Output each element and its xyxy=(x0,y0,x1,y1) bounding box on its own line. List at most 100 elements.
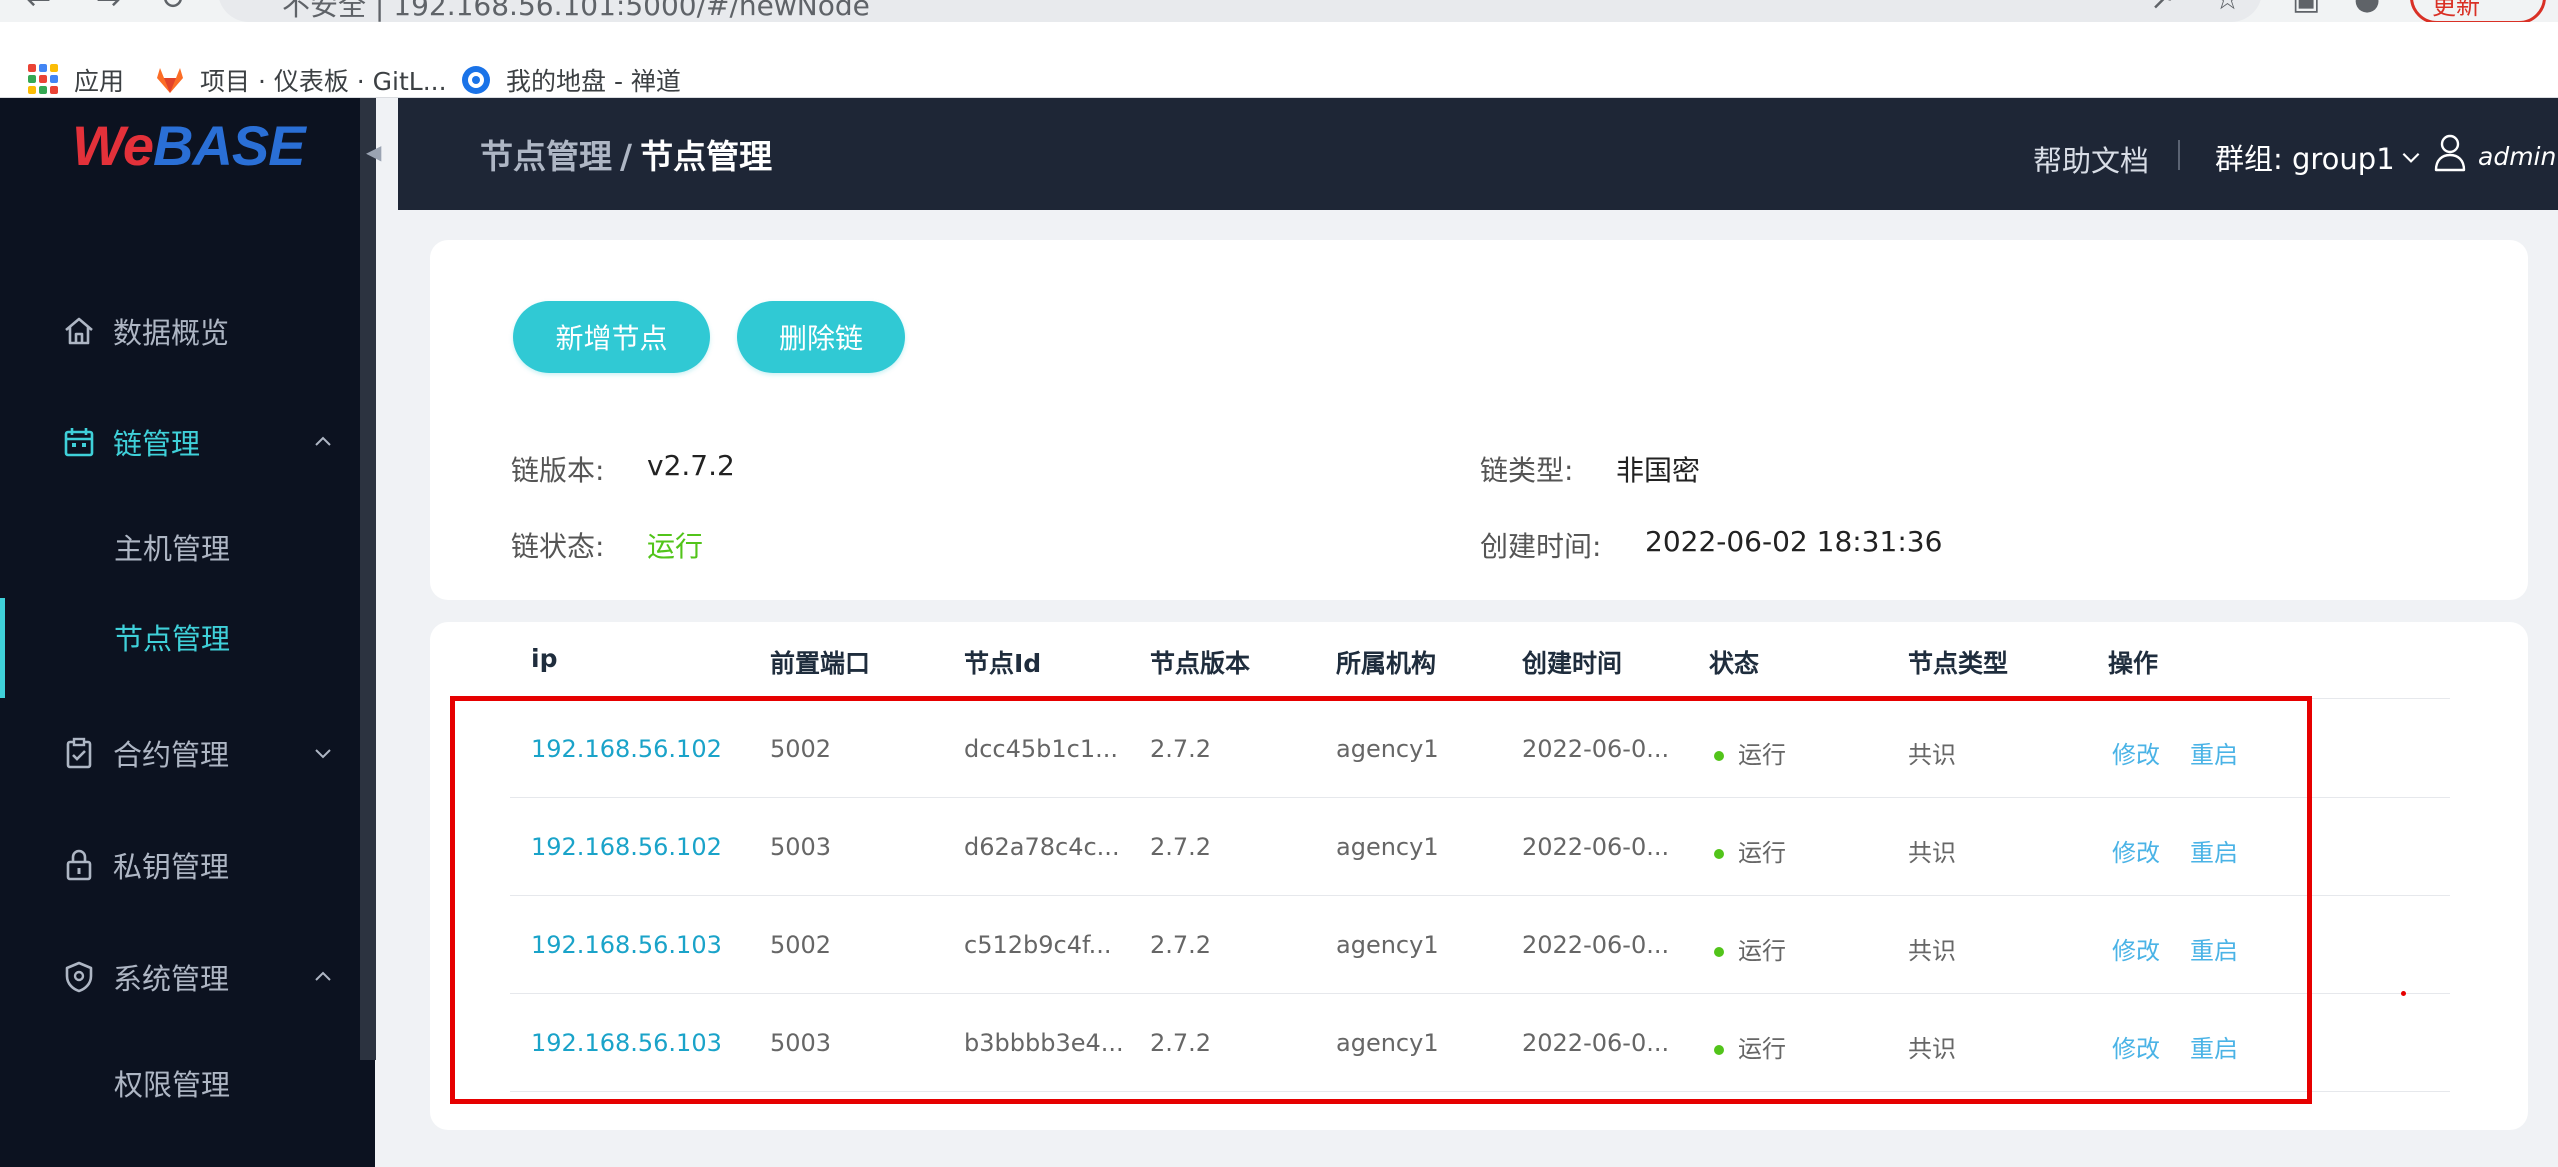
share-icon[interactable]: ↗ xyxy=(2150,0,2175,17)
cell-type: 共识 xyxy=(1908,741,1956,769)
chain-created-label: 创建时间: xyxy=(1480,530,1602,563)
chevron-down-icon xyxy=(315,749,331,759)
column-header-ip: ip xyxy=(531,644,558,673)
row-divider-line xyxy=(510,895,2450,896)
edit-button[interactable]: 修改 xyxy=(2112,735,2160,770)
status-dot xyxy=(1714,1045,1724,1055)
bookmarks-bar: 应用 项目 · 仪表板 · GitL... 我的地盘 - 禅道 xyxy=(0,22,2558,98)
cell-ip[interactable]: 192.168.56.103 xyxy=(531,1029,722,1057)
cell-agency: agency1 xyxy=(1336,931,1439,959)
delete-chain-button[interactable]: 删除链 xyxy=(737,301,905,373)
column-header-status: 状态 xyxy=(1709,649,1760,678)
reload-icon[interactable]: ↻ xyxy=(160,0,185,17)
sidebar-item-private-key[interactable]: 私钥管理 xyxy=(0,826,375,904)
cell-port: 5003 xyxy=(770,833,832,861)
forward-icon[interactable]: → xyxy=(96,0,121,17)
cell-agency: agency1 xyxy=(1336,1029,1439,1057)
column-header-node-id: 节点Id xyxy=(964,649,1042,678)
chain-type-label: 链类型: xyxy=(1480,454,1574,487)
edit-button[interactable]: 修改 xyxy=(2112,931,2160,966)
extensions-icon[interactable]: ▣ xyxy=(2292,0,2320,17)
profile-icon[interactable]: ● xyxy=(2354,0,2380,17)
sidebar-item-chain[interactable]: 链管理 xyxy=(0,403,375,481)
gitlab-icon xyxy=(157,68,183,93)
user-name[interactable]: admin xyxy=(2478,142,2556,171)
breadcrumb-separator: / xyxy=(620,137,633,176)
cell-port: 5002 xyxy=(770,931,832,959)
edit-button[interactable]: 修改 xyxy=(2112,833,2160,868)
sidebar-item-host[interactable]: 主机管理 xyxy=(0,508,375,586)
sidebar-item-contract[interactable]: 合约管理 xyxy=(0,714,375,792)
cell-port: 5003 xyxy=(770,1029,832,1057)
status-text: 运行 xyxy=(1738,1035,1786,1063)
bookmark-zentao[interactable]: 我的地盘 - 禅道 xyxy=(460,62,681,98)
breadcrumb-parent[interactable]: 节点管理 xyxy=(480,137,612,176)
address-text[interactable]: 不安全 | 192.168.56.101:5000/#/newNode xyxy=(282,0,870,22)
cell-agency: agency1 xyxy=(1336,833,1439,861)
shield-icon xyxy=(65,961,93,993)
bookmark-gitlab[interactable]: 项目 · 仪表板 · GitL... xyxy=(154,62,447,98)
sidebar-item-system[interactable]: 系统管理 xyxy=(0,938,375,1016)
calendar-icon xyxy=(64,428,94,457)
chevron-left-icon[interactable]: ◀ xyxy=(366,140,381,164)
webase-logo[interactable]: WeBASE xyxy=(72,118,306,174)
annotation-dot xyxy=(2401,991,2406,996)
chain-status-label: 链状态: xyxy=(511,530,605,563)
apps-grid-icon xyxy=(28,64,60,96)
sidebar-item-label: 系统管理 xyxy=(113,962,230,996)
cell-type: 共识 xyxy=(1908,839,1956,867)
chain-version-label: 链版本: xyxy=(511,454,605,487)
add-node-button[interactable]: 新增节点 xyxy=(513,301,710,373)
cell-version: 2.7.2 xyxy=(1150,833,1212,861)
update-label: 更新 xyxy=(2432,0,2480,20)
sidebar-item-permission[interactable]: 权限管理 xyxy=(0,1044,375,1122)
breadcrumb: 节点管理 / 节点管理 xyxy=(480,130,772,178)
sidebar-item-label: 节点管理 xyxy=(114,622,231,656)
status-text: 运行 xyxy=(1738,937,1786,965)
cell-status: 运行 xyxy=(1714,735,1786,770)
status-text: 运行 xyxy=(1738,839,1786,867)
group-select-label: 群组: group1 xyxy=(2215,142,2395,176)
chain-version-value: v2.7.2 xyxy=(647,449,735,482)
column-header-created: 创建时间 xyxy=(1522,649,1623,678)
zentao-icon xyxy=(462,66,490,94)
cell-created: 2022-06-0... xyxy=(1522,833,1670,861)
cell-type: 共识 xyxy=(1908,1035,1956,1063)
group-select[interactable]: 群组: group1 xyxy=(2215,136,2423,178)
home-icon xyxy=(65,317,93,345)
sidebar-item-label: 权限管理 xyxy=(114,1068,231,1102)
star-icon[interactable]: ☆ xyxy=(2214,0,2241,17)
edit-button[interactable]: 修改 xyxy=(2112,1029,2160,1064)
restart-button[interactable]: 重启 xyxy=(2190,931,2238,966)
chevron-up-icon xyxy=(315,971,331,981)
sidebar-item-label: 合约管理 xyxy=(113,738,230,772)
cell-ip[interactable]: 192.168.56.103 xyxy=(531,931,722,959)
browser-toolbar: ← → ↻ 不安全 | 192.168.56.101:5000/#/newNod… xyxy=(0,0,2558,22)
chain-type-value: 非国密 xyxy=(1616,454,1701,487)
cell-created: 2022-06-0... xyxy=(1522,1029,1670,1057)
back-icon[interactable]: ← xyxy=(26,0,51,17)
help-docs-link[interactable]: 帮助文档 xyxy=(2033,138,2149,180)
restart-button[interactable]: 重启 xyxy=(2190,833,2238,868)
chevron-down-icon xyxy=(2402,152,2420,163)
cell-created: 2022-06-0... xyxy=(1522,735,1670,763)
cell-version: 2.7.2 xyxy=(1150,1029,1212,1057)
clipboard-check-icon xyxy=(66,737,92,769)
column-header-actions: 操作 xyxy=(2108,649,2159,678)
user-icon[interactable] xyxy=(2432,132,2468,172)
sidebar-item-overview[interactable]: 数据概览 xyxy=(0,292,375,370)
cell-node-id: dcc45b1c1... xyxy=(964,735,1119,763)
header-divider-line xyxy=(510,698,2450,699)
cell-node-id: c512b9c4f... xyxy=(964,931,1112,959)
restart-button[interactable]: 重启 xyxy=(2190,735,2238,770)
status-dot xyxy=(1714,947,1724,957)
breadcrumb-current: 节点管理 xyxy=(640,137,773,176)
row-divider-line xyxy=(510,993,2450,994)
cell-ip[interactable]: 192.168.56.102 xyxy=(531,833,722,861)
cell-status: 运行 xyxy=(1714,1029,1786,1064)
restart-button[interactable]: 重启 xyxy=(2190,1029,2238,1064)
sidebar-item-node[interactable]: 节点管理 xyxy=(0,598,375,698)
sidebar-item-label: 链管理 xyxy=(113,427,201,461)
cell-ip[interactable]: 192.168.56.102 xyxy=(531,735,722,763)
bookmark-apps[interactable]: 应用 xyxy=(28,62,124,98)
